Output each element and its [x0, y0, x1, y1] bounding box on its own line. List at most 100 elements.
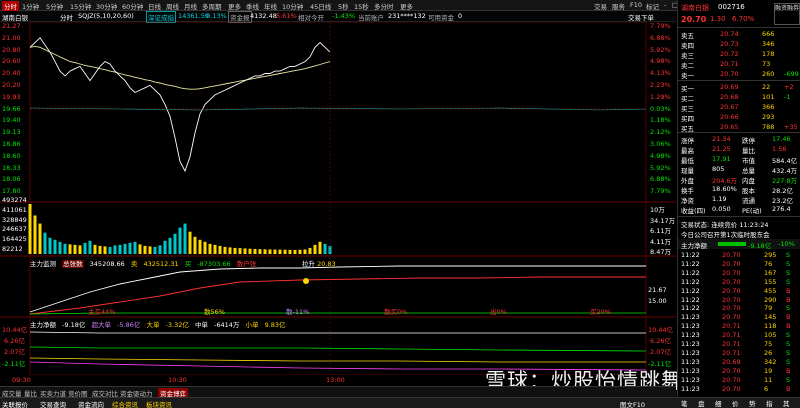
- stat-row: 现量 805 总量 432.4万: [678, 164, 800, 175]
- ask-row[interactable]: 卖五 20.74 666: [678, 29, 800, 40]
- vol-label-4: 164425: [2, 235, 27, 244]
- period-45day[interactable]: 45日线: [310, 1, 331, 11]
- ask-row[interactable]: 卖三 20.72 178: [678, 49, 800, 60]
- tick-time: 11:23: [681, 340, 700, 348]
- period-5min[interactable]: 5分钟: [46, 1, 63, 11]
- volume-bar: [188, 231, 192, 254]
- trade-menu[interactable]: 交易: [594, 1, 607, 11]
- net-large-value: -3.32亿: [165, 321, 189, 329]
- tick-side: S: [786, 304, 791, 313]
- ask-row[interactable]: 卖四 20.73 346: [678, 39, 800, 50]
- tick-time: 11:22: [681, 295, 700, 304]
- ask-row[interactable]: 卖二 20.71 73: [678, 59, 800, 70]
- tick-side: S: [786, 348, 791, 357]
- period-year[interactable]: 年线: [264, 1, 277, 11]
- period-week[interactable]: 周线: [166, 1, 179, 11]
- volume-bar: [53, 239, 57, 254]
- tick-price: 20.70: [722, 251, 741, 259]
- company-notice[interactable]: 今日公司召开第1次临时股东会: [681, 229, 770, 239]
- period-15sec[interactable]: 15秒: [354, 1, 369, 11]
- bid-diff: -1: [784, 93, 791, 101]
- tick-time: 11:22: [681, 259, 700, 268]
- volume-bar: [208, 243, 212, 254]
- quote-stock-name: 湖南白银: [681, 4, 709, 12]
- period-day[interactable]: 日线: [148, 1, 161, 11]
- stat-value-1: 17.91: [712, 155, 731, 163]
- cash-label: 可用资金: [428, 14, 454, 22]
- period-5sec[interactable]: 5秒: [338, 1, 349, 11]
- stat-value-1: 18.60%: [712, 185, 737, 193]
- ask-price: 20.74: [720, 30, 739, 38]
- ask-row[interactable]: 卖一 20.70 260 -699: [678, 69, 800, 80]
- stat-row: 收益(四) 0.050 PE(动) 276.4: [678, 204, 800, 215]
- period-multi-timeshare[interactable]: 多分时: [374, 1, 394, 11]
- f10-menu[interactable]: F10: [630, 1, 642, 9]
- volume-bar: [213, 244, 217, 254]
- period-1min[interactable]: 1分钟: [22, 1, 39, 11]
- footer-tab[interactable]: 细: [715, 398, 722, 408]
- period-60min[interactable]: 60分钟: [122, 1, 143, 11]
- pct-label-1: 6.88%: [650, 33, 671, 42]
- status-news[interactable]: 综合资讯: [112, 399, 138, 408]
- period-10min[interactable]: 10分钟: [282, 1, 303, 11]
- bid-row[interactable]: 买一 20.69 22 +2: [678, 82, 800, 93]
- sep-1: [678, 27, 800, 28]
- status-bar: 关联报价 交易查询 资金流向 综合资讯 板块资讯 图文F10: [0, 397, 800, 408]
- footer-tab[interactable]: 其: [783, 398, 790, 408]
- footer-tab[interactable]: 指: [766, 398, 773, 408]
- right-net-label: 主力净额: [681, 242, 707, 250]
- period-multi[interactable]: 多周期: [202, 1, 222, 11]
- index-flow-value: 14361.59: [178, 12, 210, 20]
- footer-tab[interactable]: 价: [732, 398, 739, 408]
- tick-time: 11:23: [681, 375, 700, 384]
- bid-row[interactable]: 买二 20.68 101 -1: [678, 92, 800, 103]
- status-quote[interactable]: 关联报价: [2, 399, 28, 408]
- tick-volume: 145: [764, 313, 777, 322]
- status-f10[interactable]: 图文F10: [620, 399, 645, 408]
- stat-row: 外盘 204.6万 内盘 227.8万: [678, 174, 800, 185]
- status-capital-flow[interactable]: 资金流向: [78, 399, 104, 408]
- period-more[interactable]: 更多: [228, 1, 241, 11]
- tick-row: 11:22 20.70 290 B: [678, 296, 800, 305]
- bid-row[interactable]: 买三 20.67 366: [678, 102, 800, 113]
- period-30min[interactable]: 30分钟: [96, 1, 117, 11]
- volume-bar: [33, 215, 37, 254]
- footer-tab[interactable]: 势: [749, 398, 756, 408]
- bid-row[interactable]: 买四 20.66 293: [678, 112, 800, 123]
- price-label-12: 18.33: [2, 163, 21, 172]
- sep-4: [678, 216, 800, 217]
- bid-row[interactable]: 买五 20.65 788 +35: [678, 122, 800, 133]
- margin-trade-button[interactable]: 融资融券: [774, 3, 800, 25]
- tick-volume: 105: [764, 331, 777, 340]
- tick-volume: 26: [764, 348, 773, 357]
- minimize-icon[interactable]: -: [664, 1, 666, 9]
- quote-panel: 湖南白银 002716 20.70 1.30 6.70% 融资融券 卖五 20.7…: [677, 0, 800, 408]
- price-label-5: 20.20: [2, 81, 21, 89]
- mark-menu[interactable]: 标记: [646, 1, 659, 11]
- vol-label-2: 328849: [2, 215, 27, 224]
- period-month[interactable]: 月线: [184, 1, 197, 11]
- period-quarter[interactable]: 季线: [246, 1, 259, 11]
- zhuli-buy-label: 卖: [130, 260, 138, 268]
- info-indicator[interactable]: SQJZ(5,10,20,60): [78, 12, 134, 20]
- net-right-0: 10.44亿: [648, 326, 674, 334]
- status-trade-query[interactable]: 交易查询: [40, 399, 66, 408]
- footer-tab[interactable]: 笔: [681, 398, 688, 408]
- volume-bar: [153, 246, 157, 254]
- status-sector-news[interactable]: 板块资讯: [146, 399, 172, 408]
- trade-order-button[interactable]: 交易下单: [628, 12, 654, 22]
- net-small-label: 小单: [245, 321, 259, 329]
- volume-bar: [218, 245, 222, 254]
- net-small-value: 9.83亿: [264, 321, 286, 329]
- service-menu[interactable]: 服务: [612, 1, 625, 11]
- tick-volume: 75: [764, 340, 773, 348]
- period-15min[interactable]: 15分钟: [70, 1, 91, 11]
- tick-row: 11:23 20.70 19 B: [678, 367, 800, 376]
- period-more-2[interactable]: 更多: [400, 1, 413, 11]
- notice-row[interactable]: 今日公司召开第1次临时股东会: [678, 228, 800, 239]
- price-grid: [30, 24, 646, 191]
- price-label-1: 21.00: [2, 33, 21, 42]
- tick-volume: 290: [764, 295, 777, 304]
- footer-tab[interactable]: 盘: [698, 398, 705, 408]
- timeshare-badge[interactable]: 分时: [2, 1, 19, 11]
